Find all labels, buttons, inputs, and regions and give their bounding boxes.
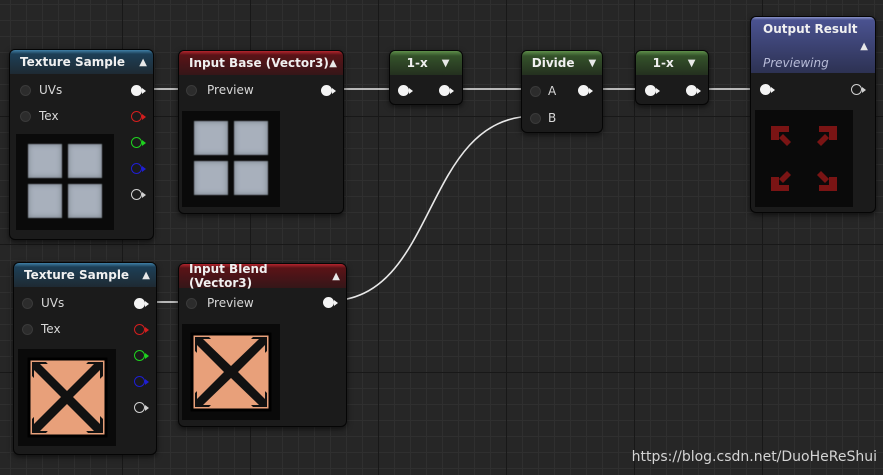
node-header[interactable]: Input Blend (Vector3) ▲ [179,263,346,290]
texture-sample-node-top[interactable]: Texture Sample ▲ UVs Tex [9,49,154,240]
output-a-pin[interactable] [134,402,149,413]
pin-label: Preview [207,83,254,97]
node-title: 1-x [406,56,428,70]
divide-node[interactable]: Divide ▼ A B [521,50,603,133]
node-header[interactable]: Texture Sample ▲ [14,263,156,287]
triangle-up-icon[interactable]: ▲ [332,271,340,282]
pin-label: UVs [39,83,63,97]
node-subtitle: Previewing [763,56,829,70]
pin-tex[interactable]: Tex [22,322,61,336]
pin-circle-icon[interactable] [530,112,541,124]
pin-circle-icon[interactable] [530,85,541,97]
one-minus-node-2[interactable]: 1-x ▼ [635,50,709,105]
pin-circle-icon[interactable] [22,297,33,309]
node-title: Input Base (Vector3) [189,56,329,70]
triangle-up-icon[interactable]: ▲ [139,57,147,68]
texture-preview [16,134,114,230]
pin-preview[interactable]: Preview [186,83,254,97]
triangle-down-icon[interactable]: ▼ [589,58,597,69]
output-g-pin[interactable] [131,137,146,148]
pin-circle-icon[interactable] [186,297,197,309]
blend-texture-image [27,357,108,438]
input-base-node[interactable]: Input Base (Vector3) ▲ Preview [178,50,344,214]
triangle-up-icon[interactable]: ▲ [142,270,150,281]
input-pin[interactable] [760,84,775,95]
output-b-pin[interactable] [131,163,146,174]
pin-circle-icon[interactable] [20,84,31,96]
pin-circle-icon[interactable] [20,110,31,122]
pin-uvs[interactable]: UVs [20,83,62,97]
output-g-pin[interactable] [134,350,149,361]
watermark-url: https://blog.csdn.net/DuoHeReShui [631,449,877,465]
node-header[interactable]: Divide ▼ [522,51,602,75]
pin-label: UVs [41,296,65,310]
node-header[interactable]: 1-x ▼ [636,51,708,75]
base-preview [182,111,280,207]
pin-label: Tex [39,109,59,123]
output-r-pin[interactable] [131,111,146,122]
output-pin[interactable] [578,85,593,96]
output-result-node[interactable]: Output Result ▲ Previewing [750,16,876,213]
node-title: Input Blend (Vector3) [189,263,268,290]
output-pin[interactable] [851,84,866,95]
node-header[interactable]: Output Result ▲ Previewing [751,17,875,73]
input-pin[interactable] [398,85,413,96]
texture-preview [18,349,116,446]
output-rgb-pin[interactable] [134,298,149,309]
output-rgb-pin[interactable] [131,85,146,96]
result-preview [755,110,853,207]
pin-label: Tex [41,322,61,336]
output-pin[interactable] [323,297,338,308]
output-a-pin[interactable] [131,189,146,200]
pin-circle-icon[interactable] [186,84,197,96]
triangle-up-icon[interactable]: ▲ [860,41,868,52]
output-b-pin[interactable] [134,376,149,387]
wire-blend-to-divide-b [327,115,536,302]
pin-a[interactable]: A [530,84,556,98]
pin-b[interactable]: B [530,111,556,125]
triangle-up-icon[interactable]: ▲ [329,58,337,69]
output-pin[interactable] [321,85,336,96]
node-title: Texture Sample [24,268,130,282]
input-pin[interactable] [645,85,660,96]
node-header[interactable]: 1-x ▼ [390,51,462,75]
output-pin[interactable] [439,85,454,96]
pin-label: A [548,84,557,98]
triangle-down-icon[interactable]: ▼ [688,58,696,69]
pin-uvs[interactable]: UVs [22,296,64,310]
blend-preview [182,324,280,420]
output-r-pin[interactable] [134,324,149,335]
one-minus-node-1[interactable]: 1-x ▼ [389,50,463,105]
input-blend-node[interactable]: Input Blend (Vector3) ▲ Preview [178,263,347,427]
triangle-down-icon[interactable]: ▼ [442,58,450,69]
blend-preview-image [190,332,272,412]
result-preview-image [771,126,837,191]
pin-tex[interactable]: Tex [20,109,59,123]
node-title: Divide [531,56,575,70]
node-header[interactable]: Input Base (Vector3) ▲ [179,51,343,75]
node-header[interactable]: Texture Sample ▲ [10,50,153,74]
pin-label: B [548,111,557,125]
pin-label: Preview [207,296,254,310]
output-pin[interactable] [686,85,701,96]
node-title: Texture Sample [20,55,126,69]
node-title: Output Result [763,22,858,36]
texture-sample-node-bottom[interactable]: Texture Sample ▲ UVs Tex [13,262,157,455]
pin-circle-icon[interactable] [22,323,33,335]
node-title: 1-x [652,56,674,70]
pin-preview[interactable]: Preview [186,296,254,310]
